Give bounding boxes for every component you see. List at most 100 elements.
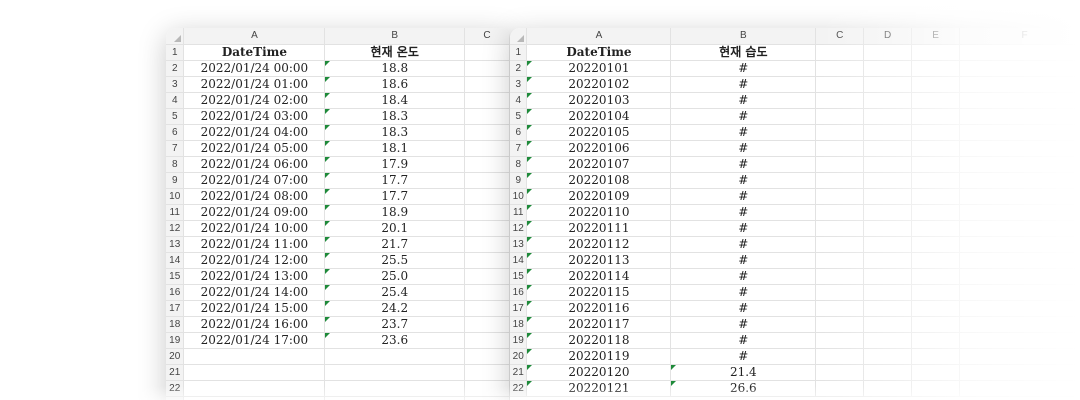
column-header-c[interactable]: C xyxy=(815,28,865,45)
row-header[interactable]: 1 xyxy=(166,44,185,61)
cell-empty[interactable] xyxy=(464,220,510,237)
cell-datetime[interactable]: 2022/01/24 15:00 xyxy=(183,300,326,317)
cell-empty[interactable] xyxy=(959,140,1080,157)
cell-humidity[interactable]: # xyxy=(670,252,817,269)
cell-empty[interactable] xyxy=(863,172,913,189)
cell-f1[interactable] xyxy=(959,44,1080,61)
column-header-a[interactable]: A xyxy=(183,28,326,45)
row-header[interactable]: 22 xyxy=(166,380,185,397)
cell-empty[interactable] xyxy=(911,300,961,317)
cell-empty[interactable] xyxy=(911,108,961,125)
cell-datetime[interactable]: 2022/01/24 07:00 xyxy=(183,172,326,189)
cell-temperature[interactable]: 18.6 xyxy=(324,76,466,93)
cell-empty[interactable] xyxy=(911,268,961,285)
cell-temperature[interactable]: 17.7 xyxy=(324,188,466,205)
row-header[interactable]: 6 xyxy=(166,124,185,141)
cell-date[interactable]: 20220111 xyxy=(526,220,672,237)
cell-datetime[interactable] xyxy=(183,396,326,400)
row-header[interactable]: 8 xyxy=(510,156,528,173)
cell-empty[interactable] xyxy=(863,76,913,93)
row-header[interactable]: 17 xyxy=(166,300,185,317)
cell-datetime[interactable]: 2022/01/24 10:00 xyxy=(183,220,326,237)
cell-empty[interactable] xyxy=(815,268,865,285)
cell-humidity[interactable]: # xyxy=(670,204,817,221)
cell-datetime[interactable]: 2022/01/24 04:00 xyxy=(183,124,326,141)
cell-empty[interactable] xyxy=(863,236,913,253)
cell-empty[interactable] xyxy=(815,348,865,365)
cell-empty[interactable] xyxy=(911,188,961,205)
cell-datetime[interactable]: 2022/01/24 14:00 xyxy=(183,284,326,301)
cell-date[interactable]: 20220115 xyxy=(526,284,672,301)
cell-empty[interactable] xyxy=(464,268,510,285)
cell-temperature[interactable] xyxy=(324,380,466,397)
cell-date[interactable]: 20220110 xyxy=(526,204,672,221)
cell-humidity[interactable]: # xyxy=(670,156,817,173)
row-header[interactable]: 19 xyxy=(510,332,528,349)
cell-empty[interactable] xyxy=(464,364,510,381)
row-header[interactable]: 10 xyxy=(510,188,528,205)
cell-humidity[interactable]: # xyxy=(670,140,817,157)
row-header[interactable]: 14 xyxy=(166,252,185,269)
cell-empty[interactable] xyxy=(863,332,913,349)
cell-empty[interactable] xyxy=(815,92,865,109)
cell-date[interactable]: 20220120 xyxy=(526,364,672,381)
cell-empty[interactable] xyxy=(911,204,961,221)
cell-b1[interactable]: 현재 습도 xyxy=(670,44,817,61)
cell-empty[interactable] xyxy=(815,236,865,253)
cell-empty[interactable] xyxy=(815,60,865,77)
cell-empty[interactable] xyxy=(464,76,510,93)
cell-a1[interactable]: DateTime xyxy=(183,44,326,61)
cell-humidity[interactable]: # xyxy=(670,92,817,109)
cell-empty[interactable] xyxy=(959,236,1080,253)
cell-datetime[interactable]: 2022/01/24 11:00 xyxy=(183,236,326,253)
cell-datetime[interactable]: 2022/01/24 01:00 xyxy=(183,76,326,93)
cell-temperature[interactable]: 17.7 xyxy=(324,172,466,189)
cell-empty[interactable] xyxy=(959,300,1080,317)
cell-empty[interactable] xyxy=(863,220,913,237)
cell-empty[interactable] xyxy=(911,124,961,141)
cell-empty[interactable] xyxy=(911,156,961,173)
cell-empty[interactable] xyxy=(911,220,961,237)
row-header[interactable]: 20 xyxy=(510,348,528,365)
cell-empty[interactable] xyxy=(863,92,913,109)
cell-date[interactable]: 20220107 xyxy=(526,156,672,173)
row-header[interactable]: 3 xyxy=(166,76,185,93)
cell-empty[interactable] xyxy=(959,252,1080,269)
row-header[interactable]: 12 xyxy=(166,220,185,237)
cell-temperature[interactable]: 25.4 xyxy=(324,284,466,301)
cell-humidity[interactable]: # xyxy=(670,316,817,333)
column-header-f[interactable]: F xyxy=(959,28,1080,45)
cell-empty[interactable] xyxy=(863,188,913,205)
row-header[interactable]: 15 xyxy=(510,268,528,285)
cell-empty[interactable] xyxy=(815,76,865,93)
cell-empty[interactable] xyxy=(464,124,510,141)
cell-empty[interactable] xyxy=(863,156,913,173)
cell-temperature[interactable]: 18.8 xyxy=(324,60,466,77)
row-header[interactable]: 13 xyxy=(166,236,185,253)
column-header-c[interactable]: C xyxy=(464,28,510,45)
cell-temperature[interactable]: 18.9 xyxy=(324,204,466,221)
cell-datetime[interactable]: 2022/01/24 06:00 xyxy=(183,156,326,173)
cell-empty[interactable] xyxy=(815,108,865,125)
cell-date[interactable]: 20220101 xyxy=(526,60,672,77)
cell-date[interactable]: 20220117 xyxy=(526,316,672,333)
cell-datetime[interactable]: 2022/01/24 09:00 xyxy=(183,204,326,221)
cell-temperature[interactable]: 21.7 xyxy=(324,236,466,253)
cell-empty[interactable] xyxy=(464,300,510,317)
cell-humidity[interactable]: # xyxy=(670,348,817,365)
cell-empty[interactable] xyxy=(959,60,1080,77)
cell-empty[interactable] xyxy=(464,396,510,400)
cell-c1[interactable] xyxy=(464,44,510,61)
cell-date[interactable]: 20220108 xyxy=(526,172,672,189)
cell-datetime[interactable] xyxy=(183,364,326,381)
row-header[interactable]: 16 xyxy=(166,284,185,301)
cell-empty[interactable] xyxy=(464,204,510,221)
cell-datetime[interactable]: 2022/01/24 02:00 xyxy=(183,92,326,109)
cell-empty[interactable] xyxy=(863,284,913,301)
cell-empty[interactable] xyxy=(959,348,1080,365)
cell-empty[interactable] xyxy=(815,220,865,237)
row-header[interactable]: 14 xyxy=(510,252,528,269)
cell-empty[interactable] xyxy=(815,156,865,173)
cell-datetime[interactable]: 2022/01/24 08:00 xyxy=(183,188,326,205)
cell-humidity[interactable]: # xyxy=(670,108,817,125)
